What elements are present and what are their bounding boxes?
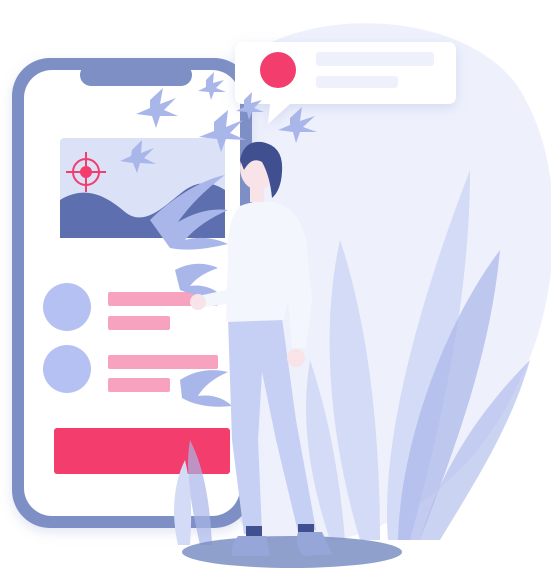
list-item-title-line — [108, 355, 218, 369]
avatar — [43, 345, 91, 393]
avatar — [43, 283, 91, 331]
app-illustration — [12, 23, 551, 568]
person-shoe — [231, 536, 270, 556]
notification-dot-icon — [260, 52, 296, 88]
person-sock — [246, 526, 262, 536]
phone-notch — [80, 64, 192, 86]
list-item-subtitle-line — [108, 316, 170, 330]
primary-action-button[interactable] — [54, 428, 230, 474]
notification-line — [316, 52, 434, 66]
person-hand — [287, 349, 305, 367]
person-hand — [190, 294, 206, 310]
notification-line — [316, 76, 398, 88]
ground-shadow — [182, 536, 402, 568]
list-item-subtitle-line — [108, 378, 170, 392]
